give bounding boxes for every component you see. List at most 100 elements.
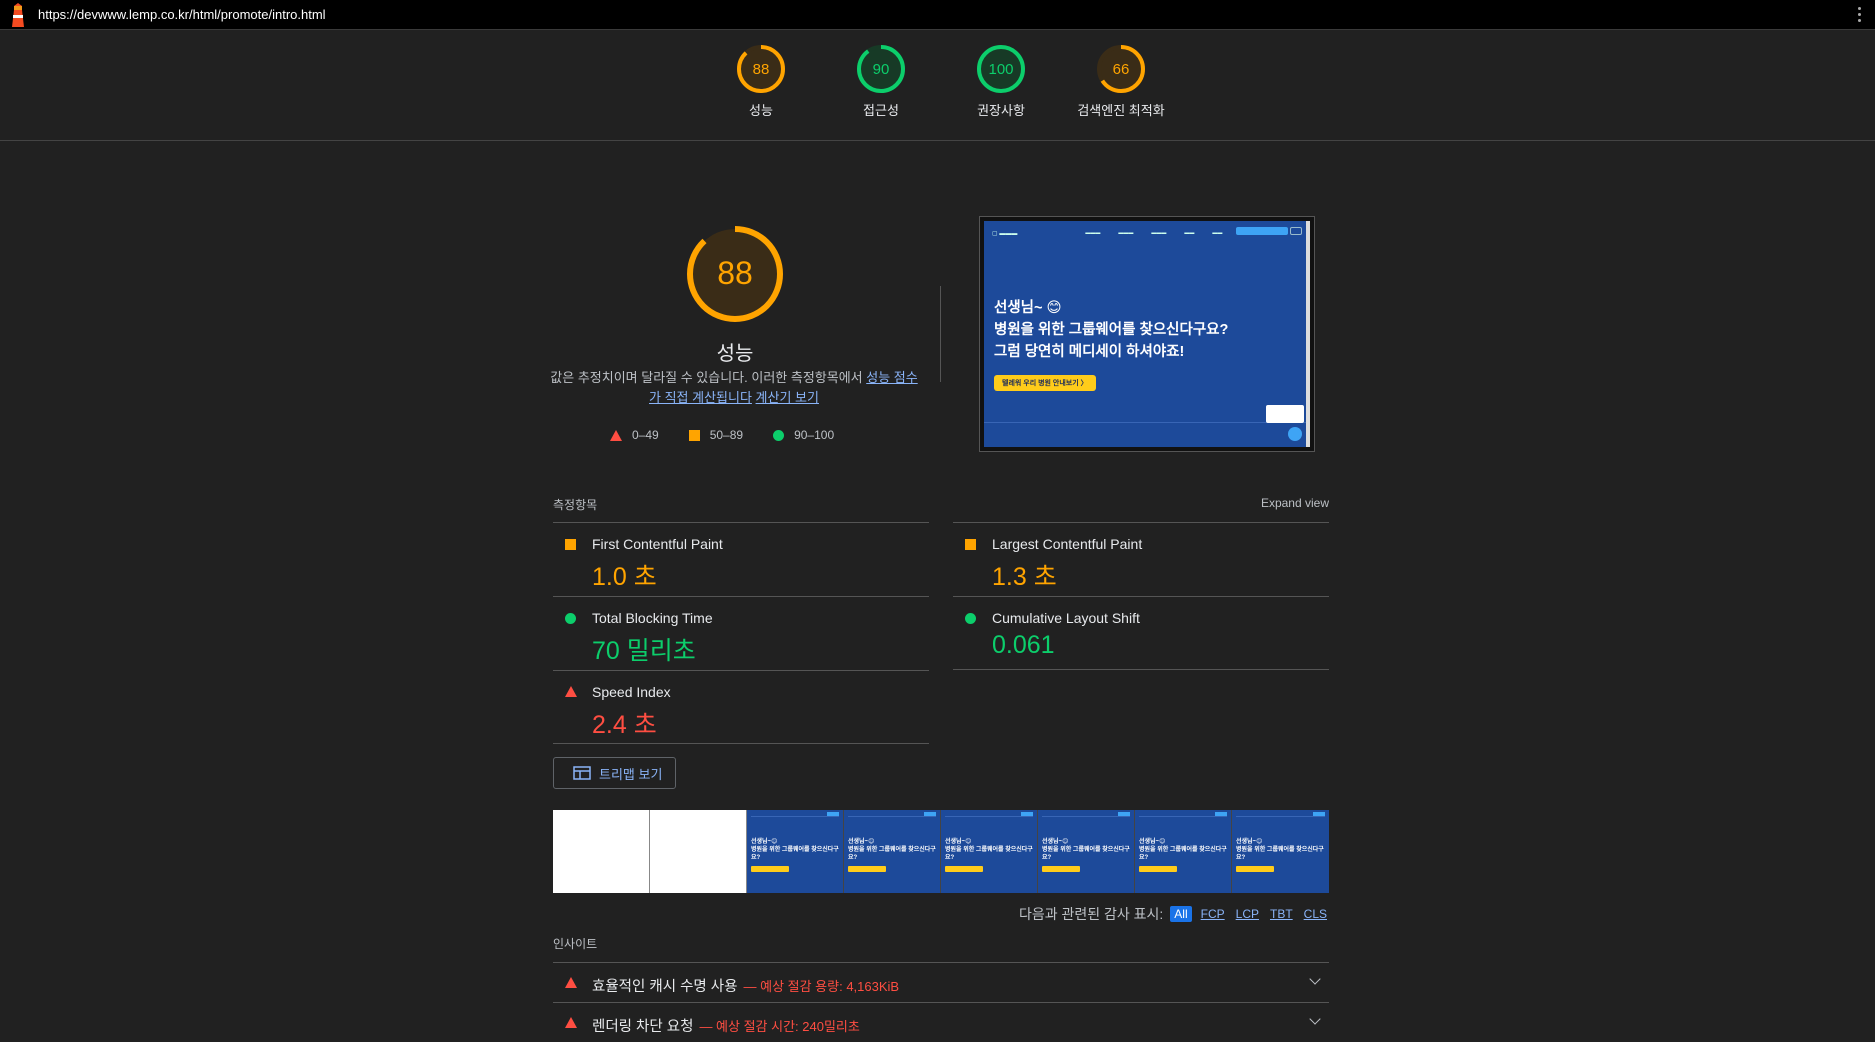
gauge-label: 권장사항 [977,103,1025,118]
audit-row[interactable]: 효율적인 캐시 수명 사용 — 예상 절감 용량: 4,163KiB [553,962,1329,1002]
page-url[interactable]: https://devwww.lemp.co.kr/html/promote/i… [38,7,326,22]
average-square-icon [688,429,700,441]
screenshot-chat-icon [1288,427,1302,441]
screenshot-cta [1236,227,1288,235]
metric-value: 2.4 초 [592,711,657,739]
fail-triangle-icon [565,1017,577,1028]
screenshot-image: ▢ ▬▬▬ ▬▬▬ ▬▬▬ ▬▬▬ ▬▬ ▬▬ 선생님~ 😊 병원을 위한 그룹웨어를 찾… [984,221,1310,447]
gauge-seo[interactable]: 66 검색엔진 최적화 [1066,44,1176,119]
audit-title: 효율적인 캐시 수명 사용 [592,979,738,995]
filter-chip-lcp[interactable]: LCP [1234,906,1261,922]
filmstrip-frame: 선생님~😊 병원을 위한 그룹웨어를 찾으신다구요? [747,810,844,893]
gauge-accessibility[interactable]: 90 접근성 [826,44,936,119]
metric-cls: Cumulative Layout Shift 0.061 [953,596,1329,670]
performance-title: 성능 [716,343,754,365]
chevron-down-icon[interactable] [1309,1013,1321,1025]
expand-view-toggle[interactable]: Expand view [1261,496,1329,510]
svg-text:88: 88 [753,61,770,78]
svg-text:66: 66 [1113,61,1130,78]
filmstrip-frame: 선생님~😊 병원을 위한 그룹웨어를 찾으신다구요? [844,810,941,893]
score-summary: 88 성능 90 접근성 100 권장사항 66 검색엔진 최적화 [0,30,1875,141]
more-options-icon[interactable] [1858,7,1861,22]
gauge-ring-icon: 90 [857,45,905,93]
filmstrip-frame: 선생님~😊 병원을 위한 그룹웨어를 찾으신다구요? [1135,810,1232,893]
filter-chip-cls[interactable]: CLS [1302,906,1329,922]
gauge-performance[interactable]: 88 성능 [706,44,816,119]
divider [553,743,929,744]
filter-chip-fcp[interactable]: FCP [1199,906,1227,922]
gauge-ring-icon: 88 [737,45,785,93]
divider [953,669,1329,670]
insights-title: 인사이트 [553,937,598,951]
pass-circle-icon [965,613,976,624]
metric-name: Largest Contentful Paint [992,536,1143,552]
filter-chip-all[interactable]: All [1170,906,1192,922]
gauge-label: 접근성 [863,103,899,118]
metric-value: 1.3 초 [992,563,1057,591]
audit-title: 렌더링 차단 요청 [592,1019,694,1035]
metric-name: Cumulative Layout Shift [992,610,1140,626]
gauge-ring-icon: 66 [1097,45,1145,93]
performance-gauge-icon: 88 [687,226,783,322]
metric-value: 0.061 [992,631,1055,659]
legend-pass: 90–100 [794,428,835,442]
metrics-title: 측정항목 [553,498,598,512]
metric-si: Speed Index 2.4 초 [553,670,929,744]
filmstrip: 선생님~😊 병원을 위한 그룹웨어를 찾으신다구요? 선생님~😊 병원을 위한 그룹… [553,810,1329,893]
metric-value: 1.0 초 [592,563,657,591]
pass-circle-icon [565,613,576,624]
description-text: 값은 추정치이며 달라질 수 있습니다. 이러한 측정항목에서 [550,370,867,385]
metric-value: 70 밀리초 [592,637,696,665]
fail-triangle-icon [610,429,622,441]
address-bar: https://devwww.lemp.co.kr/html/promote/i… [0,0,1875,30]
gauge-label: 검색엔진 최적화 [1077,103,1165,118]
filter-label: 다음과 관련된 감사 표시: [1018,906,1164,922]
screenshot-line [984,422,1310,423]
fail-triangle-icon [565,977,577,988]
filmstrip-frame: 선생님~😊 병원을 위한 그룹웨어를 찾으신다구요? [1038,810,1135,893]
filmstrip-frame [650,810,747,893]
metric-name: Speed Index [592,684,671,700]
metric-fcp: First Contentful Paint 1.0 초 [553,522,929,596]
fail-triangle-icon [565,686,577,697]
view-treemap-button[interactable]: 트리맵 보기 [553,757,676,789]
score-legend: 0–49 50–89 90–100 [610,428,834,442]
legend-fail: 0–49 [632,428,659,442]
metric-name: Total Blocking Time [592,610,713,626]
average-square-icon [965,539,976,550]
metric-tbt: Total Blocking Time 70 밀리초 [553,596,929,670]
final-screenshot[interactable]: ▢ ▬▬▬ ▬▬▬ ▬▬▬ ▬▬▬ ▬▬ ▬▬ 선생님~ 😊 병원을 위한 그룹웨어를 찾… [979,216,1315,452]
chevron-down-icon[interactable] [1309,973,1321,985]
audit-savings: — 예상 절감 용량: 4,163KiB [743,979,900,994]
filmstrip-frame: 선생님~😊 병원을 위한 그룹웨어를 찾으신다구요? [941,810,1038,893]
audit-row[interactable]: 렌더링 차단 요청 — 예상 절감 시간: 240밀리초 [553,1002,1329,1042]
metrics-header: 측정항목 Expand view [553,496,1329,516]
audit-filter: 다음과 관련된 감사 표시: All FCP LCP TBT CLS [1019,904,1329,924]
treemap-label: 트리맵 보기 [599,766,663,782]
lighthouse-logo-icon [8,2,28,27]
treemap-icon [573,766,591,780]
gauge-ring-icon: 100 [977,45,1025,93]
screenshot-yellow-button: 텔레워 우리 병원 안내보기 〉 [994,375,1096,391]
audit-savings: — 예상 절감 시간: 240밀리초 [699,1019,860,1034]
screenshot-headline: 선생님~ 😊 병원을 위한 그룹웨어를 찾으신다구요? 그럼 당연히 메디세이 … [994,300,1229,360]
average-square-icon [565,539,576,550]
gauge-label: 성능 [749,103,773,118]
calculator-link[interactable]: 계산기 보기 [756,390,819,405]
metric-name: First Contentful Paint [592,536,723,552]
screenshot-chatbox [1266,405,1304,423]
filmstrip-frame: 선생님~😊 병원을 위한 그룹웨어를 찾으신다구요? [1232,810,1329,893]
legend-average: 50–89 [709,428,744,442]
gauge-best-practices[interactable]: 100 권장사항 [946,44,1056,119]
svg-text:100: 100 [988,61,1013,78]
performance-description: 값은 추정치이며 달라질 수 있습니다. 이러한 측정항목에서 성능 점수가 직… [548,368,920,408]
metric-lcp: Largest Contentful Paint 1.3 초 [953,522,1329,596]
svg-text:90: 90 [873,61,890,78]
screenshot-scrollbar [1306,221,1310,447]
svg-text:88: 88 [717,255,753,291]
divider [940,286,941,382]
filmstrip-frame [553,810,650,893]
filter-chip-tbt[interactable]: TBT [1268,906,1295,922]
screenshot-login [1290,227,1302,235]
pass-circle-icon [773,429,785,441]
